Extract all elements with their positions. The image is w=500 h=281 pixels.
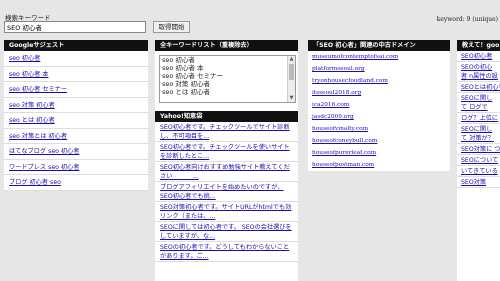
yahoo-chiebukuro-header: Yahoo!知恵袋 [155, 111, 298, 122]
domain-item[interactable]: museumofcontemptofsai.com [308, 51, 450, 63]
suggest-item[interactable]: seo 初心者 [4, 51, 148, 67]
keyword-line: seo 初心者 セミナー [162, 72, 223, 80]
suggest-item[interactable]: seo 初心者 セミナー [4, 82, 148, 98]
all-keywords-panel: 全キーワードリスト（重複除去） seo 初心者 seo 初心者 本 seo 初心… [155, 40, 298, 281]
goo-qa-item[interactable]: SEOの初心者 n属性の設定 [457, 62, 500, 82]
yahoo-qa-item[interactable]: SEO初心者です。チェックツールを使いサイトを診断したとこ... [155, 142, 298, 162]
yahoo-qa-item[interactable]: SEOに関しては初心者です。 SEOの会社選びをしていますが、な... [155, 222, 298, 242]
keyword-line: seo 初心者 本 [162, 64, 204, 72]
google-suggest-panel: Googleサジェスト seo 初心者 seo 初心者 本 seo 初心者 セミ… [4, 40, 148, 191]
google-suggest-header: Googleサジェスト [4, 40, 148, 51]
keyword-line: seo 初心者 [162, 56, 195, 64]
domain-item[interactable]: jasdc2009.org [308, 111, 450, 123]
oshiete-goo-header: 教えて！goo [457, 40, 500, 51]
goo-qa-item[interactable]: ログ？上位に [457, 113, 500, 124]
all-keywords-header: 全キーワードリスト（重複除去） [155, 40, 298, 51]
suggest-item[interactable]: ブログ 初心者 seo [4, 175, 148, 191]
goo-qa-item[interactable]: SEO対策に つ [457, 144, 500, 155]
yahoo-qa-item[interactable]: SEO対策初心者です。サイトURLがhtmlでも効リンク（または、... [155, 202, 298, 222]
keyword-line: seo とは 初心者 [162, 88, 210, 96]
scroll-up-arrow-icon[interactable]: ▲ [288, 56, 295, 63]
goo-qa-item[interactable]: SEOとは初心者 [457, 82, 500, 93]
goo-qa-item[interactable]: SEO初心者 [457, 51, 500, 62]
suggest-item[interactable]: seo 対策とは 初心者 [4, 129, 148, 144]
suggest-item[interactable]: はてなブログ seo 初心者 [4, 144, 148, 160]
yahoo-qa-item[interactable]: SEO初心者です。チェックツールでサイト診断し、不可項目を... [155, 122, 298, 142]
keyword-count: keyword: 9 (unique) [436, 16, 498, 23]
suggest-item[interactable]: seo とは 初心者 [4, 113, 148, 129]
start-fetch-button[interactable]: 取得開始 [153, 21, 190, 33]
domain-item[interactable]: itsseoul2018.org [308, 87, 450, 99]
domain-item[interactable]: platformseoul.org [308, 63, 450, 75]
keyword-list-textarea[interactable]: seo 初心者 seo 初心者 本 seo 初心者 セミナー seo 対策 初心… [159, 55, 296, 103]
keyword-list-scrollbar[interactable]: ▲ ▼ [287, 56, 295, 102]
used-domains-panel: 「SEO 初心者」関連の中古ドメイン museumofcontemptofsai… [308, 40, 450, 171]
goo-qa-item[interactable]: SEOに関して 対策が？ [457, 124, 500, 144]
keyword-line: seo 対策 初心者 [162, 80, 210, 88]
used-domains-header: 「SEO 初心者」関連の中古ドメイン [308, 40, 450, 51]
domain-item[interactable]: tryonhousecfoodland.com [308, 75, 450, 87]
yahoo-qa-item[interactable]: SEO初心者向けおすすめ勉強サイト教えてください ... [155, 162, 298, 182]
yahoo-qa-item[interactable]: SEOの初心者です。どうしてもわからないことがあります。ご... [155, 242, 298, 262]
suggest-item[interactable]: seo 対策 初心者 [4, 98, 148, 113]
scroll-down-arrow-icon[interactable]: ▼ [288, 95, 295, 102]
suggest-item[interactable]: ワードプレス seo 初心者 [4, 160, 148, 175]
suggest-item[interactable]: seo 初心者 本 [4, 67, 148, 82]
scrollbar-thumb[interactable] [289, 64, 294, 80]
goo-qa-item[interactable]: いてきている [457, 166, 500, 177]
domain-item[interactable]: houseofconeybull.com [308, 135, 450, 147]
domain-item[interactable]: houseofvinalty.com [308, 123, 450, 135]
goo-qa-item[interactable]: SEOについて [457, 155, 500, 166]
yahoo-qa-item[interactable]: ブログアフィリエイトを始めたいのですが、SEO初心者でも挑... [155, 182, 298, 202]
domain-item[interactable]: houseofpurerleaf.com [308, 147, 450, 159]
domain-item[interactable]: houseofpostman.com [308, 159, 450, 171]
goo-qa-item[interactable]: SEO対策 [457, 177, 500, 188]
oshiete-goo-panel: 教えて！goo SEO初心者 SEOの初心者 n属性の設定 SEOとは初心者 S… [457, 40, 500, 281]
goo-qa-item[interactable]: SEOに関して ログでど... [457, 93, 500, 113]
domain-item[interactable]: ica2016.com [308, 99, 450, 111]
search-input[interactable] [4, 21, 146, 33]
